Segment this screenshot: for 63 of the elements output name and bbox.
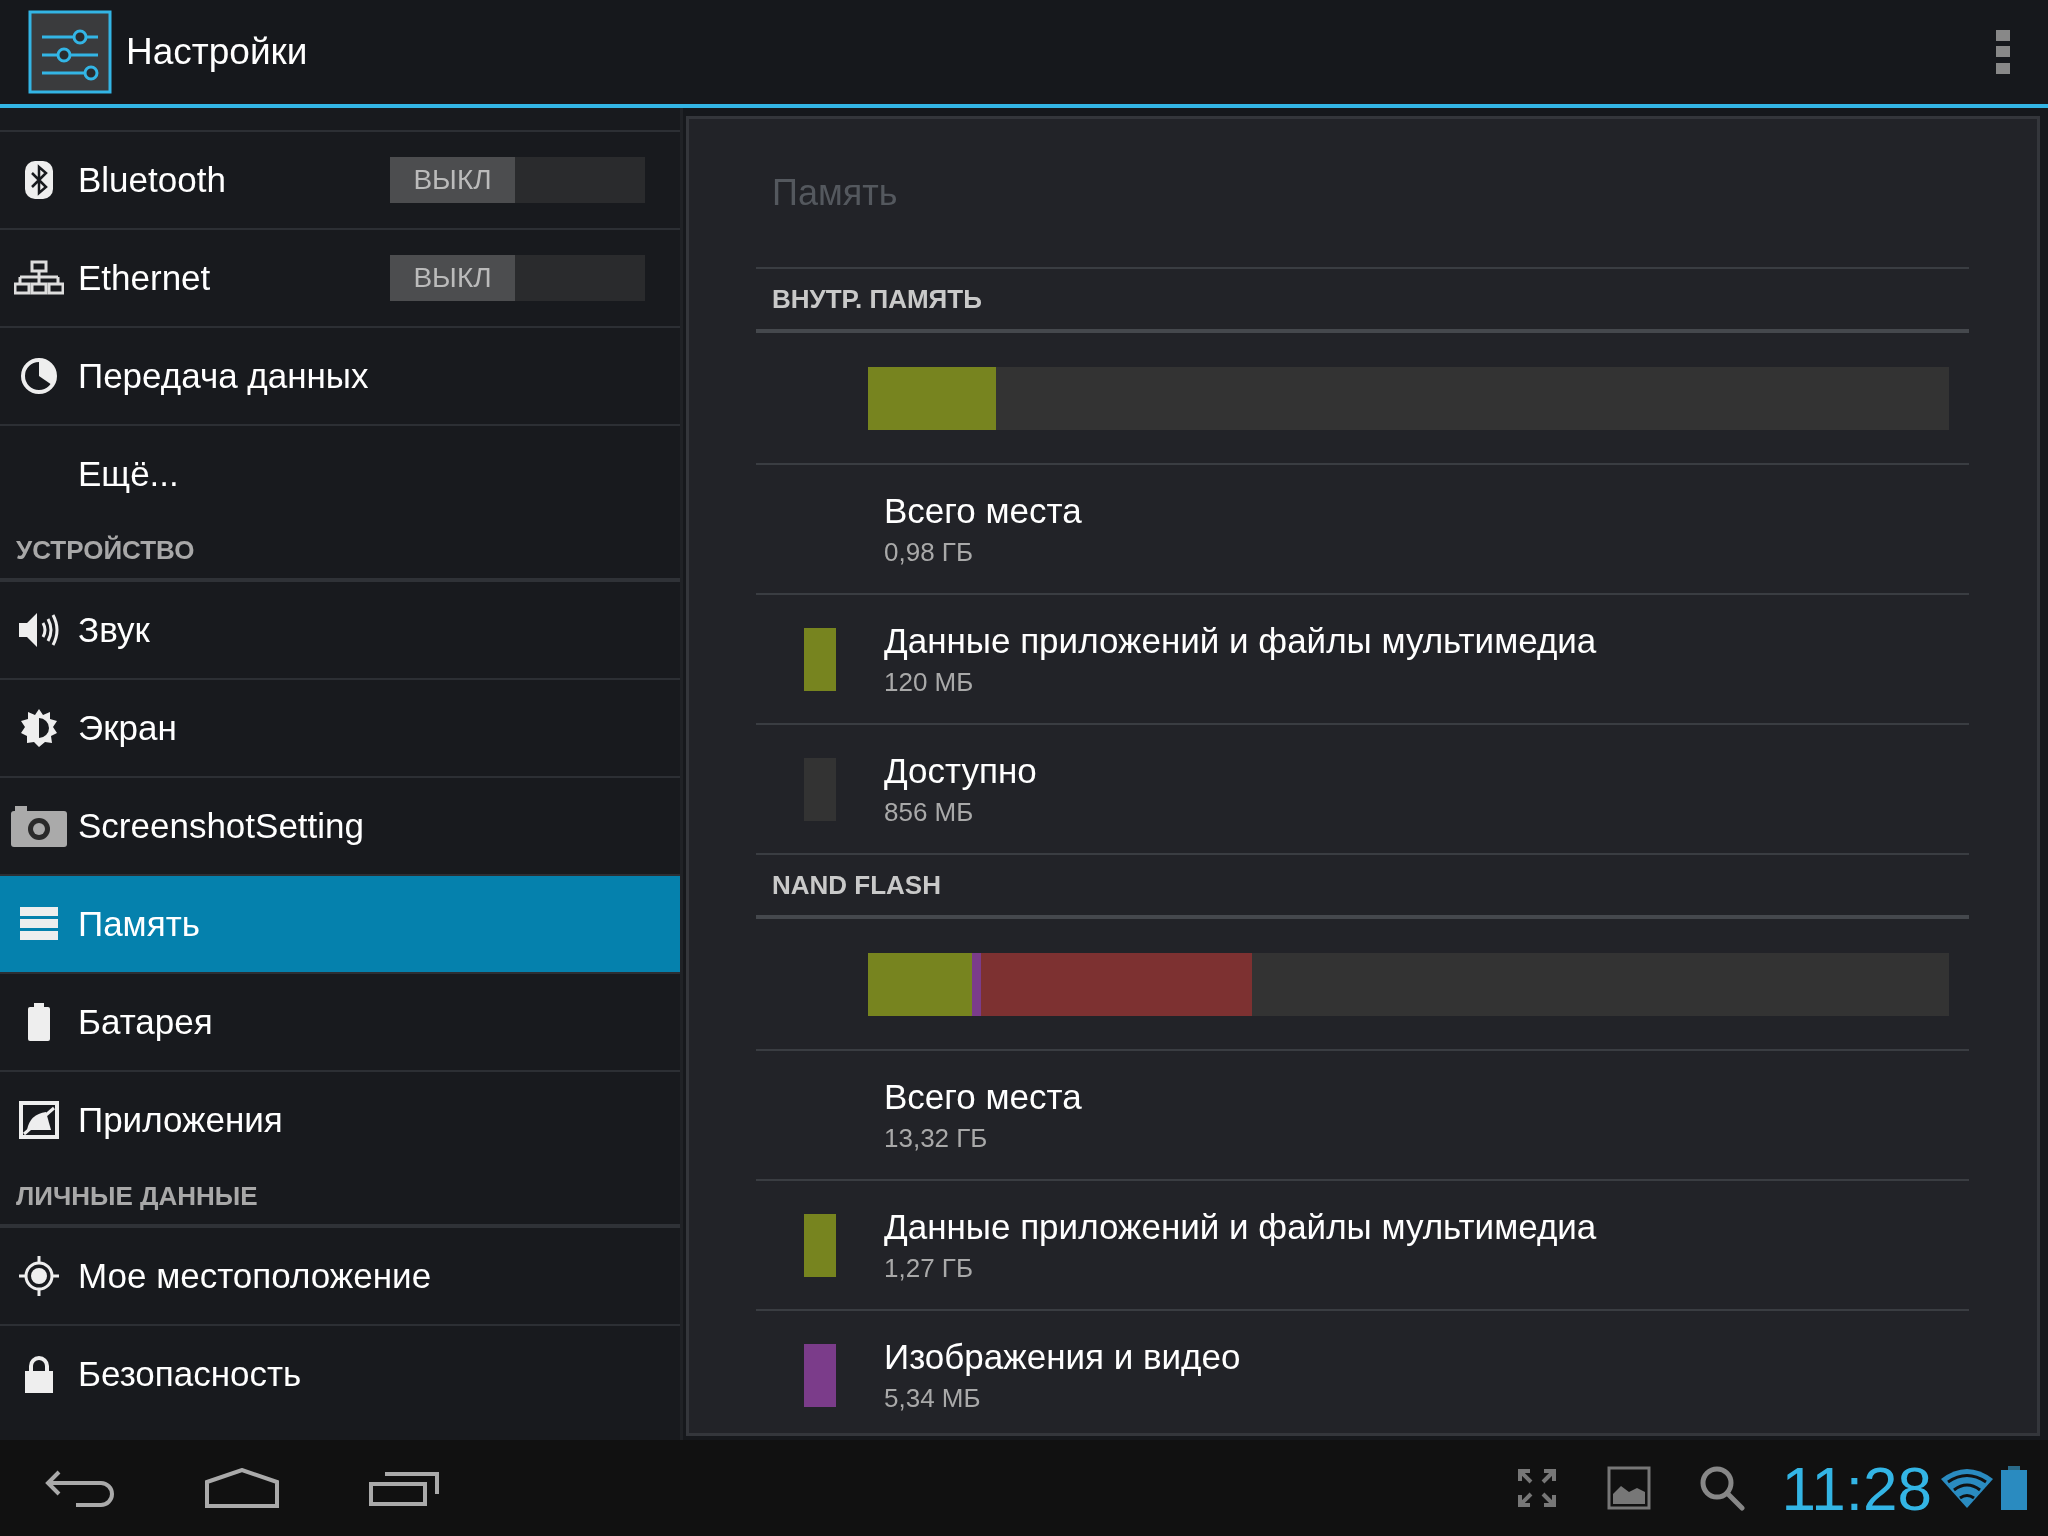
- entry-label: Всего места: [884, 1076, 1082, 1117]
- menu-label: Передача данных: [78, 356, 369, 396]
- pie-chart-icon: [20, 357, 58, 395]
- camera-icon: [11, 805, 67, 847]
- menu-label: Батарея: [78, 1002, 213, 1042]
- section-header: ЛИЧНЫЕ ДАННЫЕ: [16, 1181, 258, 1212]
- entry-size: 120 МБ: [884, 666, 975, 698]
- menu-item[interactable]: Ethernet ВЫКЛ: [0, 228, 680, 326]
- overflow-menu-icon[interactable]: [1996, 30, 2010, 74]
- menu-item[interactable]: Батарея: [0, 972, 680, 1070]
- entry-size: 13,32 ГБ: [884, 1122, 989, 1154]
- image-icon[interactable]: [1607, 1466, 1652, 1510]
- search-icon[interactable]: [1699, 1465, 1746, 1511]
- menu-label: Ещё...: [78, 454, 179, 494]
- entry-size: 0,98 ГБ: [884, 536, 974, 568]
- battery-icon: [27, 1003, 51, 1041]
- recent-apps-icon[interactable]: [369, 1470, 439, 1506]
- entry-size: 1,27 ГБ: [884, 1252, 974, 1284]
- apps-icon: [18, 1100, 60, 1140]
- menu-label: Ethernet: [78, 258, 211, 298]
- location-icon: [18, 1255, 60, 1297]
- brightness-icon: [19, 708, 59, 748]
- entry-label: Всего места: [884, 490, 1082, 531]
- battery-icon: [2000, 1466, 2028, 1510]
- entry-label: Данные приложений и файлы мультимедиа: [884, 1206, 1597, 1247]
- wifi-icon: [1940, 1467, 1994, 1509]
- section-header: NAND FLASH: [772, 869, 941, 901]
- menu-label: ScreenshotSetting: [78, 806, 364, 846]
- menu-item[interactable]: Мое местоположение: [0, 1228, 680, 1324]
- network-icon: [14, 260, 64, 296]
- app-title: Настройки: [126, 31, 308, 73]
- entry-size: 5,34 МБ: [884, 1382, 982, 1414]
- menu-item[interactable]: Приложения: [0, 1070, 680, 1168]
- menu-item[interactable]: Экран: [0, 678, 680, 776]
- bluetooth-icon: [24, 160, 54, 200]
- menu-item[interactable]: Безопасность: [0, 1324, 680, 1422]
- section-header: УСТРОЙСТВО: [16, 535, 195, 566]
- menu-label: Мое местоположение: [78, 1256, 432, 1296]
- menu-label: Экран: [78, 708, 177, 748]
- menu-label: Звук: [78, 610, 150, 650]
- lock-icon: [24, 1355, 54, 1393]
- menu-label: Память: [78, 904, 200, 944]
- expand-icon[interactable]: [1517, 1468, 1558, 1508]
- toggle-switch[interactable]: ВЫКЛ: [390, 255, 645, 301]
- back-icon[interactable]: [45, 1469, 115, 1507]
- menu-label: Bluetooth: [78, 160, 226, 200]
- clock-time: 11:28: [1781, 1452, 1932, 1524]
- menu-label: Безопасность: [78, 1354, 302, 1394]
- menu-item[interactable]: Передача данных: [0, 326, 680, 424]
- menu-item[interactable]: Память: [0, 874, 680, 972]
- menu-item[interactable]: Звук: [0, 582, 680, 678]
- entry-size: 856 МБ: [884, 796, 975, 828]
- entry-label: Доступно: [884, 750, 1037, 791]
- home-icon[interactable]: [205, 1468, 279, 1508]
- toggle-switch[interactable]: ВЫКЛ: [390, 157, 645, 203]
- entry-label: Данные приложений и файлы мультимедиа: [884, 620, 1597, 661]
- settings-app-icon[interactable]: [28, 10, 112, 94]
- menu-label: Приложения: [78, 1100, 283, 1140]
- section-header: ВНУТР. ПАМЯТЬ: [772, 283, 982, 315]
- entry-label: Изображения и видео: [884, 1336, 1241, 1377]
- storage-icon: [20, 907, 58, 941]
- menu-item[interactable]: Bluetooth ВЫКЛ: [0, 130, 680, 228]
- menu-item[interactable]: Ещё...: [0, 424, 680, 522]
